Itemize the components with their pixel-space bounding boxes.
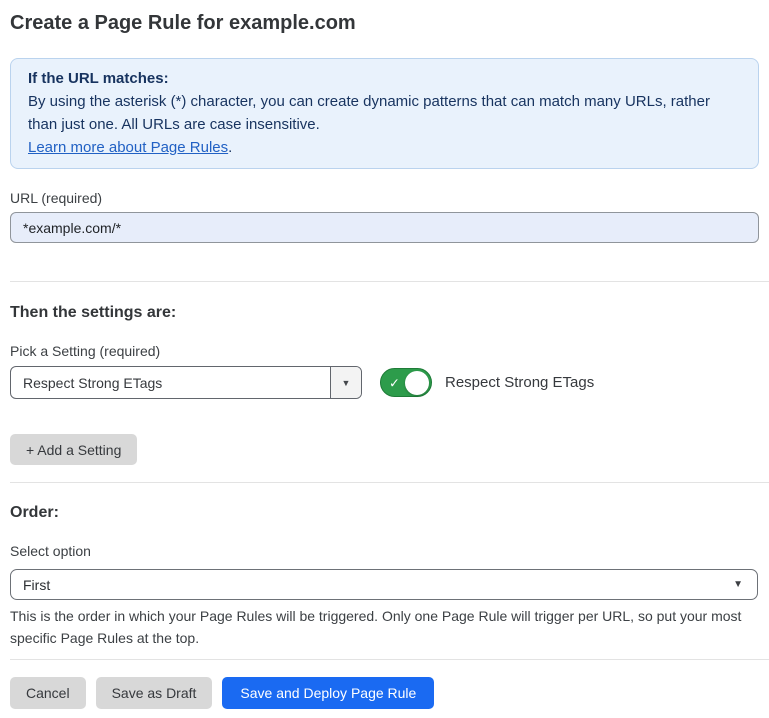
url-input[interactable]	[10, 212, 759, 243]
setting-select[interactable]: Respect Strong ETags ▼	[10, 366, 362, 399]
order-select[interactable]: First ▼	[10, 569, 758, 600]
chevron-down-icon: ▼	[342, 378, 351, 388]
order-section-heading: Order:	[10, 503, 759, 522]
save-and-deploy-button[interactable]: Save and Deploy Page Rule	[222, 677, 434, 709]
learn-more-link[interactable]: Learn more about Page Rules	[28, 139, 228, 156]
setting-row: Respect Strong ETags ▼ ✓ Respect Strong …	[10, 366, 759, 399]
create-page-rule-form: Create a Page Rule for example.com If th…	[0, 11, 769, 709]
order-help-text: This is the order in which your Page Rul…	[10, 605, 755, 649]
page-title: Create a Page Rule for example.com	[10, 11, 759, 35]
url-match-info-box: If the URL matches: By using the asteris…	[10, 58, 759, 169]
check-icon: ✓	[389, 376, 400, 389]
info-box-link-line: Learn more about Page Rules.	[28, 136, 741, 159]
link-suffix-period: .	[228, 139, 232, 156]
chevron-down-icon: ▼	[733, 579, 743, 590]
section-divider	[10, 482, 769, 483]
info-box-body: By using the asterisk (*) character, you…	[28, 90, 741, 136]
add-setting-button[interactable]: + Add a Setting	[10, 434, 137, 465]
footer-divider	[10, 659, 769, 660]
save-as-draft-button[interactable]: Save as Draft	[96, 677, 213, 709]
info-box-heading: If the URL matches:	[28, 67, 741, 90]
pick-setting-label: Pick a Setting (required)	[10, 343, 759, 360]
section-divider	[10, 281, 769, 282]
settings-section-heading: Then the settings are:	[10, 303, 759, 322]
footer-actions: Cancel Save as Draft Save and Deploy Pag…	[10, 677, 759, 709]
setting-select-value: Respect Strong ETags	[11, 367, 330, 398]
order-select-label: Select option	[10, 543, 759, 560]
cancel-button[interactable]: Cancel	[10, 677, 86, 709]
toggle-knob	[405, 371, 429, 395]
url-field-label: URL (required)	[10, 190, 759, 207]
setting-toggle-label: Respect Strong ETags	[445, 374, 594, 391]
setting-select-button[interactable]: ▼	[330, 367, 361, 398]
order-select-value: First	[23, 577, 733, 593]
setting-toggle[interactable]: ✓	[380, 368, 432, 397]
